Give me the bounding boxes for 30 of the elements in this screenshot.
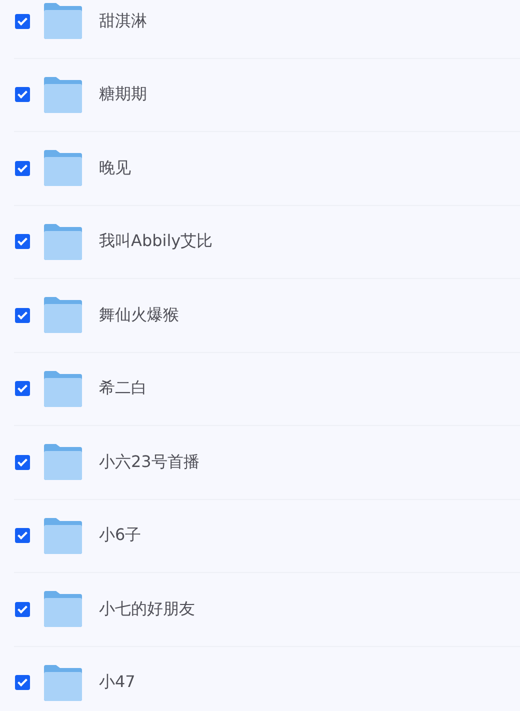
checkbox[interactable] (15, 14, 30, 29)
folder-icon (44, 297, 82, 334)
checkbox[interactable] (15, 87, 30, 102)
checkbox[interactable] (15, 160, 30, 176)
folder-icon (44, 3, 82, 40)
folder-name[interactable]: 甜淇淋 (99, 10, 147, 32)
folder-name[interactable]: 我叫Abbily艾比 (99, 231, 213, 252)
folder-name[interactable]: 舞仙火爆猴 (99, 304, 179, 326)
folder-name[interactable]: 小七的好朋友 (99, 598, 195, 620)
folder-name[interactable]: 希二白 (99, 378, 147, 400)
folder-name[interactable]: 小六23号首播 (99, 452, 200, 473)
folder-icon (44, 518, 82, 554)
folder-icon (44, 664, 82, 701)
folder-icon (44, 224, 82, 260)
folder-icon (44, 150, 82, 186)
checkbox[interactable] (15, 308, 30, 323)
checkbox[interactable] (15, 381, 30, 396)
folder-name[interactable]: 糖期期 (99, 84, 147, 106)
folder-icon (44, 444, 82, 480)
folder-name[interactable]: 晚见 (99, 158, 131, 179)
folder-name[interactable]: 小6子 (99, 525, 142, 546)
checkbox[interactable] (15, 454, 30, 470)
folder-name[interactable]: 小47 (99, 672, 136, 694)
checkbox[interactable] (15, 528, 30, 544)
folder-icon (44, 370, 82, 407)
folder-icon (44, 76, 82, 113)
checkbox[interactable] (15, 602, 30, 617)
checkbox[interactable] (15, 675, 30, 690)
checkbox[interactable] (15, 234, 30, 250)
folder-icon (44, 591, 82, 628)
